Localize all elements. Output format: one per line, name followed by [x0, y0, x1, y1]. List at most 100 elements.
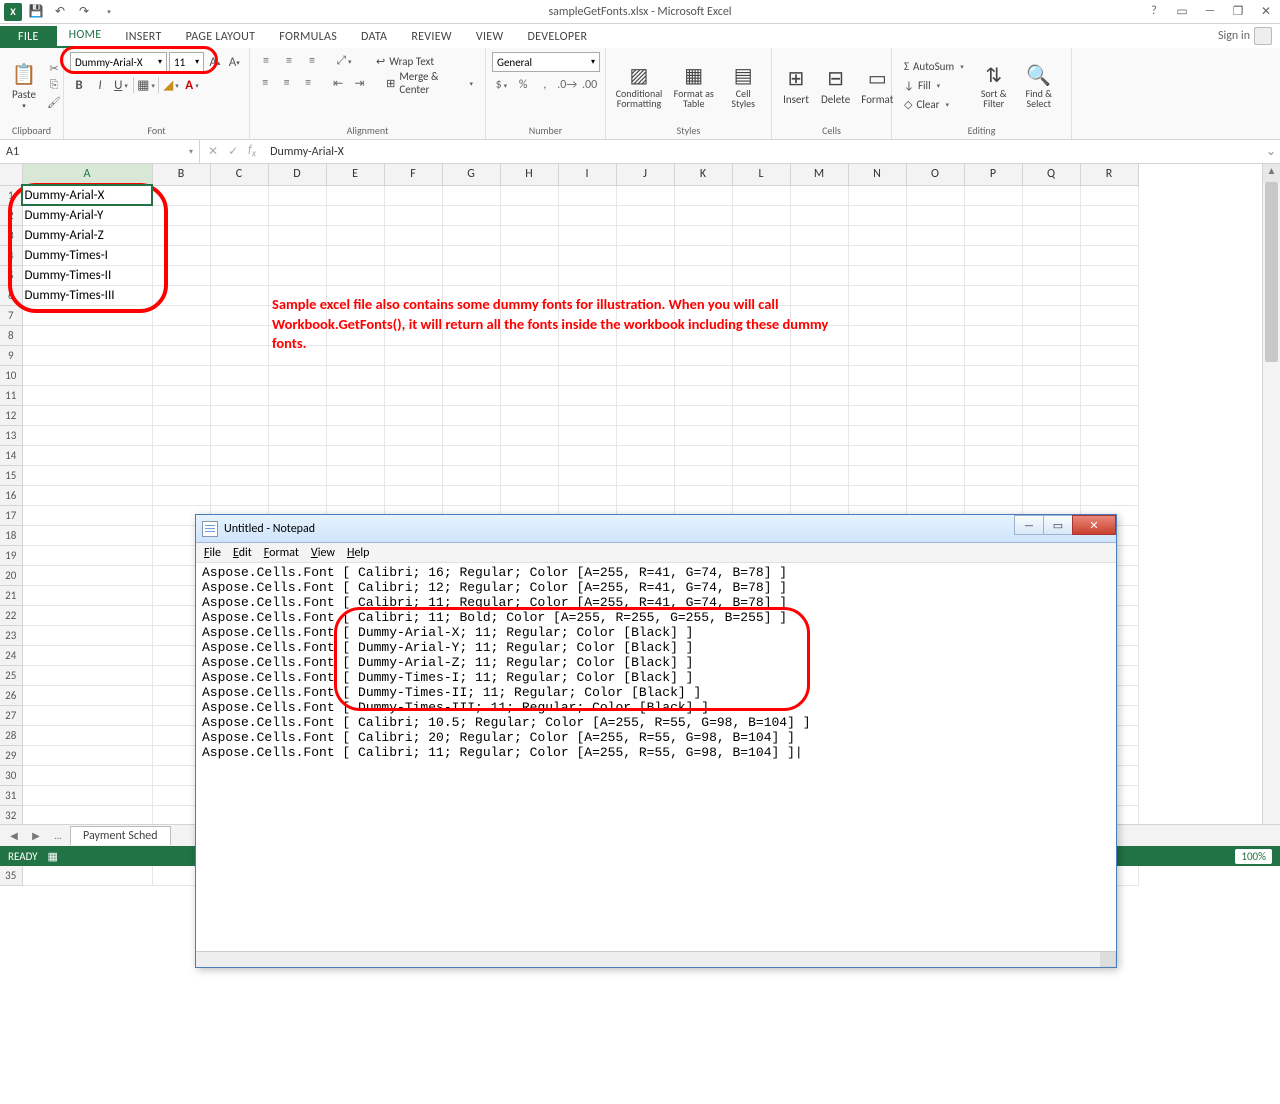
- cell-R4[interactable]: [1080, 245, 1138, 265]
- np-menu-file[interactable]: File: [204, 546, 221, 560]
- cell-O9[interactable]: [906, 345, 964, 365]
- cell-M5[interactable]: [790, 265, 848, 285]
- cell-N4[interactable]: [848, 245, 906, 265]
- cell-G14[interactable]: [442, 445, 500, 465]
- cell-C4[interactable]: [210, 245, 268, 265]
- insert-cells-button[interactable]: ⊞Insert: [778, 63, 814, 108]
- cell-A7[interactable]: [22, 305, 152, 325]
- col-header-N[interactable]: N: [848, 164, 906, 185]
- cell-B16[interactable]: [152, 485, 210, 505]
- cell-E2[interactable]: [326, 205, 384, 225]
- sort-filter-button[interactable]: ⇅Sort & Filter: [973, 59, 1015, 111]
- copy-button[interactable]: ⎘: [45, 77, 63, 93]
- cell-P14[interactable]: [964, 445, 1022, 465]
- cell-M15[interactable]: [790, 465, 848, 485]
- cell-E12[interactable]: [326, 405, 384, 425]
- cell-A15[interactable]: [22, 465, 152, 485]
- sheet-tab[interactable]: Payment Sched: [70, 826, 171, 845]
- cell-B4[interactable]: [152, 245, 210, 265]
- np-maximize-button[interactable]: ▭: [1043, 515, 1073, 535]
- row-header-6[interactable]: 6: [0, 285, 22, 305]
- cell-A35[interactable]: [22, 865, 152, 885]
- cell-P8[interactable]: [964, 325, 1022, 345]
- cell-N16[interactable]: [848, 485, 906, 505]
- cell-K1[interactable]: [674, 185, 732, 205]
- formula-input[interactable]: Dummy-Arial-X: [264, 145, 1262, 159]
- increase-decimal-button[interactable]: .0→: [557, 76, 577, 94]
- row-header-18[interactable]: 18: [0, 525, 22, 545]
- cell-Q4[interactable]: [1022, 245, 1080, 265]
- cell-B9[interactable]: [152, 345, 210, 365]
- cell-I12[interactable]: [558, 405, 616, 425]
- cell-C9[interactable]: [210, 345, 268, 365]
- cell-I15[interactable]: [558, 465, 616, 485]
- cell-P16[interactable]: [964, 485, 1022, 505]
- cell-L10[interactable]: [732, 365, 790, 385]
- row-header-1[interactable]: 1: [0, 185, 22, 205]
- cell-O12[interactable]: [906, 405, 964, 425]
- col-header-B[interactable]: B: [152, 164, 210, 185]
- bold-button[interactable]: B: [70, 76, 88, 94]
- cell-F14[interactable]: [384, 445, 442, 465]
- cell-K5[interactable]: [674, 265, 732, 285]
- zoom-level[interactable]: 100%: [1235, 849, 1272, 864]
- align-top-button[interactable]: ≡: [256, 52, 276, 70]
- decrease-indent-button[interactable]: ⇤: [329, 74, 347, 92]
- col-header-H[interactable]: H: [500, 164, 558, 185]
- cell-O4[interactable]: [906, 245, 964, 265]
- cell-P9[interactable]: [964, 345, 1022, 365]
- row-header-23[interactable]: 23: [0, 625, 22, 645]
- cell-N2[interactable]: [848, 205, 906, 225]
- cell-D2[interactable]: [268, 205, 326, 225]
- cell-A17[interactable]: [22, 505, 152, 525]
- font-color-button[interactable]: A: [183, 76, 201, 94]
- cell-C8[interactable]: [210, 325, 268, 345]
- paste-button[interactable]: 📋 Paste ▾: [6, 58, 42, 112]
- cell-D3[interactable]: [268, 225, 326, 245]
- tab-page-layout[interactable]: PAGE LAYOUT: [174, 26, 268, 48]
- cell-Q11[interactable]: [1022, 385, 1080, 405]
- notepad-body[interactable]: Aspose.Cells.Font [ Calibri; 16; Regular…: [196, 563, 1116, 951]
- cell-R10[interactable]: [1080, 365, 1138, 385]
- cell-C2[interactable]: [210, 205, 268, 225]
- col-header-P[interactable]: P: [964, 164, 1022, 185]
- row-header-9[interactable]: 9: [0, 345, 22, 365]
- align-center-button[interactable]: ≡: [277, 74, 295, 92]
- cell-P11[interactable]: [964, 385, 1022, 405]
- cell-D10[interactable]: [268, 365, 326, 385]
- restore-icon[interactable]: ❐: [1228, 4, 1248, 19]
- cell-B2[interactable]: [152, 205, 210, 225]
- cell-A5[interactable]: Dummy-Times-II: [22, 265, 152, 285]
- cell-L12[interactable]: [732, 405, 790, 425]
- cell-P10[interactable]: [964, 365, 1022, 385]
- cell-H3[interactable]: [500, 225, 558, 245]
- cell-J4[interactable]: [616, 245, 674, 265]
- cell-C1[interactable]: [210, 185, 268, 205]
- cell-F4[interactable]: [384, 245, 442, 265]
- cell-J5[interactable]: [616, 265, 674, 285]
- cell-C16[interactable]: [210, 485, 268, 505]
- cell-Q7[interactable]: [1022, 305, 1080, 325]
- cell-A3[interactable]: Dummy-Arial-Z: [22, 225, 152, 245]
- cell-O13[interactable]: [906, 425, 964, 445]
- cell-R8[interactable]: [1080, 325, 1138, 345]
- row-header-8[interactable]: 8: [0, 325, 22, 345]
- cell-R2[interactable]: [1080, 205, 1138, 225]
- cell-Q16[interactable]: [1022, 485, 1080, 505]
- cell-R12[interactable]: [1080, 405, 1138, 425]
- cell-E13[interactable]: [326, 425, 384, 445]
- cell-L15[interactable]: [732, 465, 790, 485]
- sheet-nav-next[interactable]: ▶: [26, 827, 46, 845]
- row-header-28[interactable]: 28: [0, 725, 22, 745]
- cell-B1[interactable]: [152, 185, 210, 205]
- cell-N10[interactable]: [848, 365, 906, 385]
- cell-B7[interactable]: [152, 305, 210, 325]
- row-header-3[interactable]: 3: [0, 225, 22, 245]
- cell-C10[interactable]: [210, 365, 268, 385]
- cell-B5[interactable]: [152, 265, 210, 285]
- cell-A1[interactable]: Dummy-Arial-X: [22, 185, 152, 205]
- fill-color-button[interactable]: ◢: [162, 76, 180, 94]
- cell-P4[interactable]: [964, 245, 1022, 265]
- cell-F16[interactable]: [384, 485, 442, 505]
- cell-N6[interactable]: [848, 285, 906, 305]
